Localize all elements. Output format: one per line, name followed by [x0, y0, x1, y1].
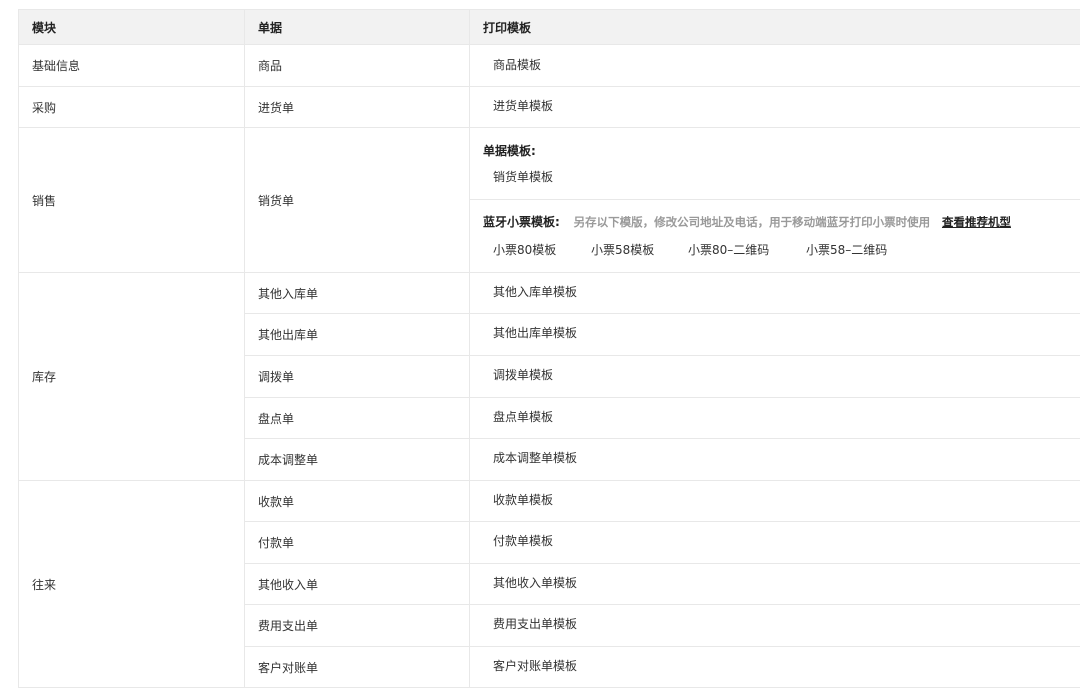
template-cell-payment: 付款单模板 [470, 522, 1080, 564]
bluetooth-template-title: 蓝牙小票模板: [483, 215, 560, 229]
bluetooth-template-hint: 另存以下模版，修改公司地址及电话，用于移动端蓝牙打印小票时使用 [573, 215, 931, 229]
template-cell-purchase-order: 进货单模板 [470, 87, 1080, 128]
template-cell-other-outbound: 其他出库单模板 [470, 314, 1080, 356]
header-module: 模块 [19, 10, 245, 45]
document-cell-other-income: 其他收入单 [245, 564, 470, 605]
template-link-ticket-80-qrcode[interactable]: 小票80–二维码 [688, 241, 769, 258]
template-cell-other-income: 其他收入单模板 [470, 564, 1080, 605]
template-link-other-income[interactable]: 其他收入单模板 [493, 574, 577, 591]
document-cell-purchase-order: 进货单 [245, 87, 470, 128]
template-link-expense[interactable]: 费用支出单模板 [493, 615, 577, 632]
document-cell-other-outbound: 其他出库单 [245, 314, 470, 356]
document-cell-transfer: 调拨单 [245, 356, 470, 398]
template-link-customer-statement[interactable]: 客户对账单模板 [493, 657, 577, 674]
template-link-stocktake[interactable]: 盘点单模板 [493, 408, 553, 425]
template-cell-stocktake: 盘点单模板 [470, 398, 1080, 439]
header-document: 单据 [245, 10, 470, 45]
document-cell-expense: 费用支出单 [245, 605, 470, 647]
module-cell-basic: 基础信息 [19, 45, 245, 87]
template-cell-transfer: 调拨单模板 [470, 356, 1080, 398]
template-link-other-outbound[interactable]: 其他出库单模板 [493, 324, 577, 341]
document-cell-receipt: 收款单 [245, 481, 470, 522]
document-cell-payment: 付款单 [245, 522, 470, 564]
module-cell-sales: 销售 [19, 128, 245, 273]
module-cell-finance: 往来 [19, 481, 245, 688]
template-cell-receipt: 收款单模板 [470, 481, 1080, 522]
document-cell-sales-order: 销货单 [245, 128, 470, 273]
bluetooth-template-line: 蓝牙小票模板: 另存以下模版，修改公司地址及电话，用于移动端蓝牙打印小票时使用 … [483, 213, 1011, 230]
template-cell-cost-adjustment: 成本调整单模板 [470, 439, 1080, 481]
document-cell-other-inbound: 其他入库单 [245, 273, 470, 314]
template-cell-customer-statement: 客户对账单模板 [470, 647, 1080, 688]
template-link-receipt[interactable]: 收款单模板 [493, 491, 553, 508]
template-cell-other-inbound: 其他入库单模板 [470, 273, 1080, 314]
template-link-ticket-80[interactable]: 小票80模板 [493, 241, 556, 258]
recommended-models-link[interactable]: 查看推荐机型 [942, 215, 1011, 229]
doc-template-section: 单据模板: 销货单模板 [470, 128, 1080, 200]
template-link-cost-adjustment[interactable]: 成本调整单模板 [493, 449, 577, 466]
document-cell-stocktake: 盘点单 [245, 398, 470, 439]
template-link-purchase-order[interactable]: 进货单模板 [493, 97, 553, 114]
document-cell-cost-adjustment: 成本调整单 [245, 439, 470, 481]
document-cell-product: 商品 [245, 45, 470, 87]
print-template-table: 模块 单据 打印模板 基础信息 商品 商品模板 采购 进货单 进货单模板 销售 … [18, 9, 1080, 688]
template-cell-expense: 费用支出单模板 [470, 605, 1080, 647]
template-link-payment[interactable]: 付款单模板 [493, 532, 553, 549]
template-link-other-inbound[interactable]: 其他入库单模板 [493, 283, 577, 300]
module-cell-inventory: 库存 [19, 273, 245, 481]
header-template: 打印模板 [470, 10, 1080, 45]
template-link-ticket-58[interactable]: 小票58模板 [591, 241, 654, 258]
document-cell-customer-statement: 客户对账单 [245, 647, 470, 688]
template-link-product[interactable]: 商品模板 [493, 56, 541, 73]
template-link-transfer[interactable]: 调拨单模板 [493, 366, 553, 383]
template-link-ticket-58-qrcode[interactable]: 小票58–二维码 [806, 241, 887, 258]
bluetooth-template-section: 蓝牙小票模板: 另存以下模版，修改公司地址及电话，用于移动端蓝牙打印小票时使用 … [470, 200, 1080, 273]
template-cell-product: 商品模板 [470, 45, 1080, 87]
doc-template-title: 单据模板: [483, 144, 536, 158]
template-link-sales-order[interactable]: 销货单模板 [493, 168, 553, 185]
module-cell-purchase: 采购 [19, 87, 245, 128]
